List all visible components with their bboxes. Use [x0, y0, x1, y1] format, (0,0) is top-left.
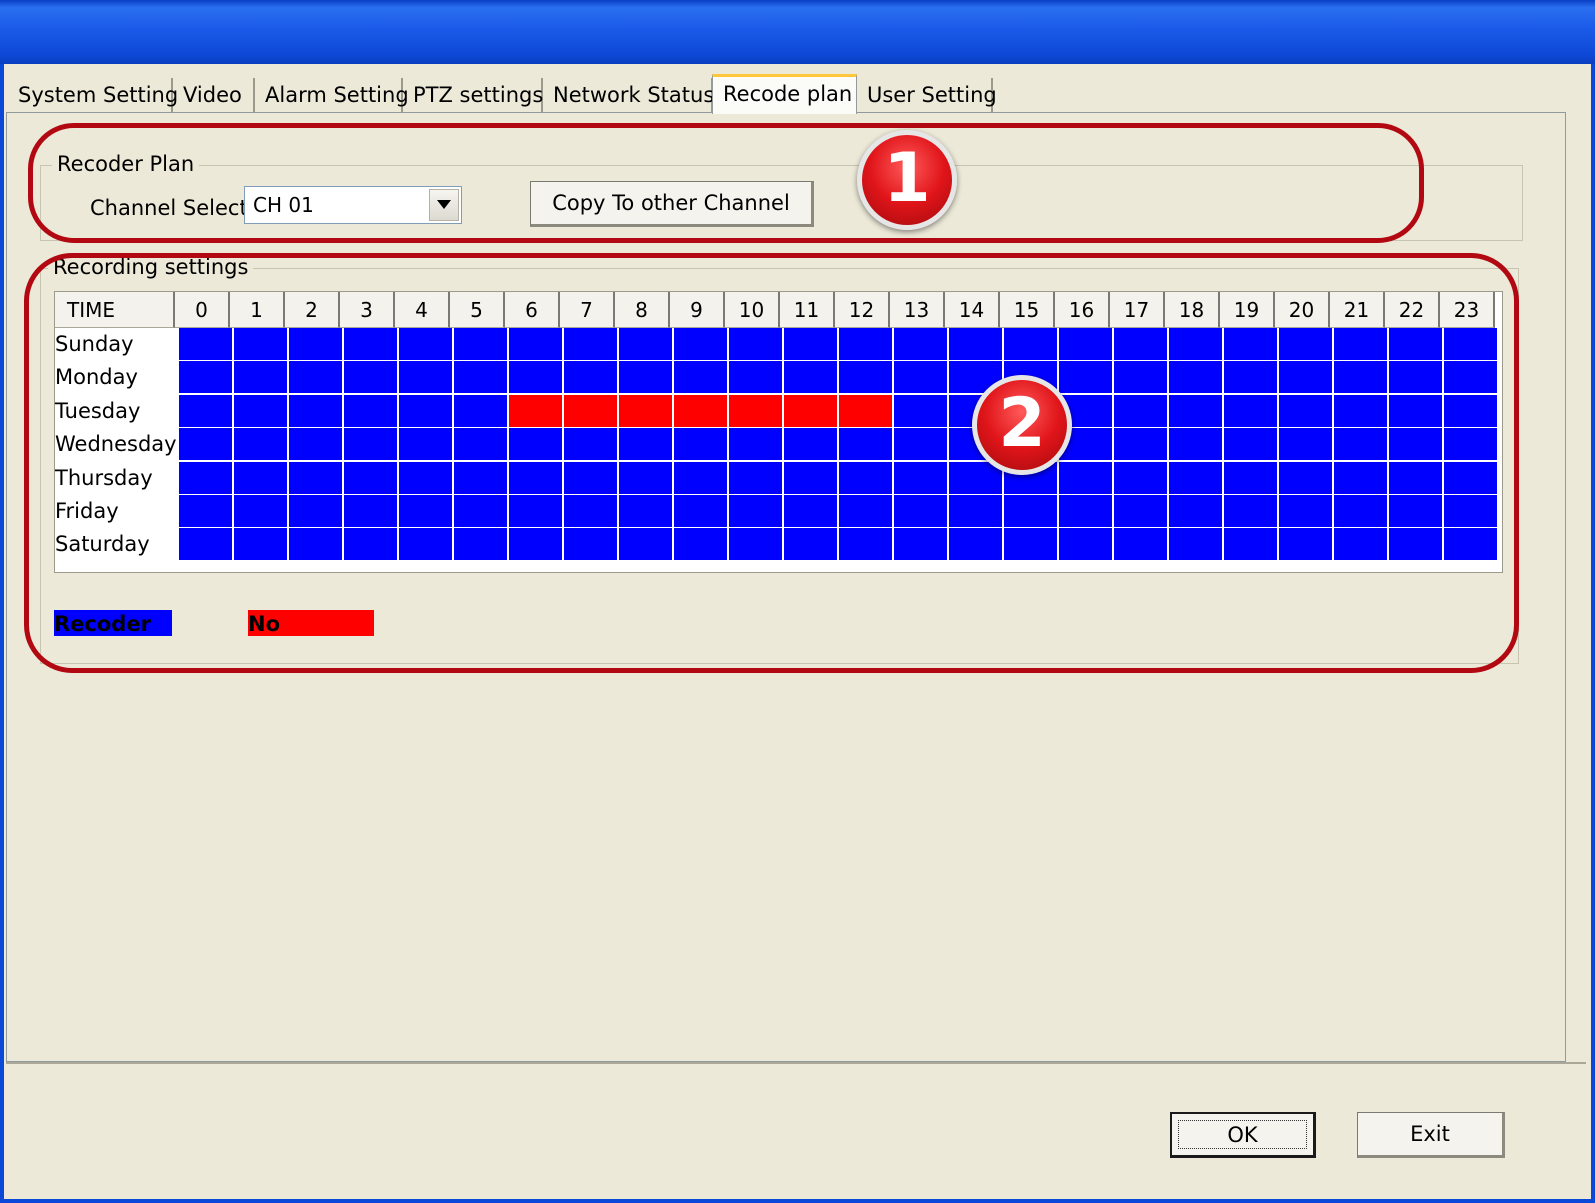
tab-label: PTZ settings: [413, 83, 544, 107]
tab-label: Recode plan: [723, 82, 853, 106]
tab-user-setting[interactable]: User Setting: [857, 78, 997, 112]
ok-label: OK: [1227, 1123, 1258, 1147]
tab-label: Network Status: [553, 83, 715, 107]
window-border-left: [0, 64, 4, 1203]
tab-network-status[interactable]: Network Status: [543, 78, 715, 112]
window-title-bar[interactable]: [0, 0, 1595, 64]
tab-alarm-setting[interactable]: Alarm Setting: [255, 78, 409, 112]
annotation-highlight-2: [24, 253, 1519, 673]
tab-system-setting[interactable]: System Setting: [8, 78, 178, 112]
tab-strip: System Setting Video Alarm Setting PTZ s…: [8, 74, 1588, 114]
window-border-right: [1591, 64, 1595, 1203]
tab-video[interactable]: Video: [173, 78, 255, 112]
exit-button[interactable]: Exit: [1357, 1112, 1505, 1158]
ok-button[interactable]: OK: [1170, 1112, 1316, 1158]
tab-label: Video: [183, 83, 242, 107]
annotation-number-2: 2: [972, 375, 1072, 475]
tab-label: Alarm Setting: [265, 83, 409, 107]
tab-recode-plan[interactable]: Recode plan: [712, 74, 857, 114]
footer-divider: [6, 1062, 1586, 1064]
tab-label: System Setting: [18, 83, 179, 107]
annotation-highlight-1: [28, 123, 1424, 243]
tab-ptz-settings[interactable]: PTZ settings: [403, 78, 543, 112]
annotation-number-1: 1: [857, 130, 957, 230]
window-border-bottom: [0, 1199, 1595, 1203]
tab-label: User Setting: [867, 83, 997, 107]
